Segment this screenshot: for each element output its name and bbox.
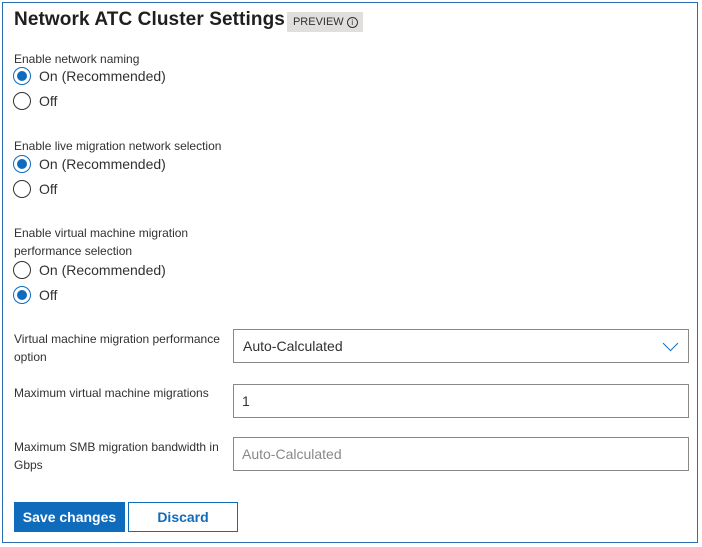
network-naming-on-radio[interactable]: On (Recommended) [13, 67, 166, 85]
radio-checked-icon[interactable] [13, 155, 31, 173]
vm-performance-selection-label: Enable virtual machine migration perform… [14, 224, 188, 260]
radio-unchecked-icon[interactable] [13, 261, 31, 279]
radio-unchecked-icon[interactable] [13, 92, 31, 110]
label-line: Maximum SMB migration bandwidth in [14, 440, 219, 454]
chevron-down-icon[interactable] [662, 335, 679, 351]
live-migration-selection-label: Enable live migration network selection [14, 139, 222, 153]
radio-checked-icon[interactable] [13, 286, 31, 304]
label-line: performance selection [14, 244, 133, 258]
dropdown-value: Auto-Calculated [243, 338, 343, 354]
max-vm-migrations-label: Maximum virtual machine migrations [14, 386, 209, 400]
discard-button[interactable]: Discard [128, 502, 238, 532]
radio-unchecked-icon[interactable] [13, 180, 31, 198]
save-changes-button[interactable]: Save changes [14, 502, 125, 532]
radio-label: Off [39, 93, 58, 109]
radio-label: On (Recommended) [39, 68, 166, 84]
page-title: Network ATC Cluster Settings [14, 9, 285, 30]
label-line: Gbps [14, 458, 43, 472]
vm-performance-off-radio[interactable]: Off [13, 286, 57, 304]
label-line: Virtual machine migration performance [14, 332, 220, 346]
radio-label: On (Recommended) [39, 156, 166, 172]
performance-option-dropdown[interactable]: Auto-Calculated [233, 329, 689, 363]
max-vm-migrations-input[interactable] [233, 384, 689, 418]
radio-label: Off [39, 287, 58, 303]
live-migration-off-radio[interactable]: Off [13, 180, 57, 198]
preview-badge-label: PREVIEW [292, 16, 344, 28]
header: Network ATC Cluster Settings PREVIEW i [14, 9, 363, 32]
network-naming-label: Enable network naming [14, 52, 140, 66]
radio-checked-icon[interactable] [13, 67, 31, 85]
performance-option-label: Virtual machine migration performance op… [14, 330, 226, 366]
network-naming-off-radio[interactable]: Off [13, 92, 57, 110]
vm-performance-on-radio[interactable]: On (Recommended) [13, 261, 166, 279]
preview-badge: PREVIEW i [286, 12, 363, 32]
radio-label: On (Recommended) [39, 262, 166, 278]
label-line: option [14, 350, 47, 364]
max-smb-bandwidth-label: Maximum SMB migration bandwidth in Gbps [14, 438, 226, 474]
radio-label: Off [39, 181, 58, 197]
info-icon[interactable]: i [346, 16, 358, 28]
max-smb-bandwidth-input[interactable] [233, 437, 689, 471]
label-line: Enable virtual machine migration [14, 226, 189, 240]
live-migration-on-radio[interactable]: On (Recommended) [13, 155, 166, 173]
